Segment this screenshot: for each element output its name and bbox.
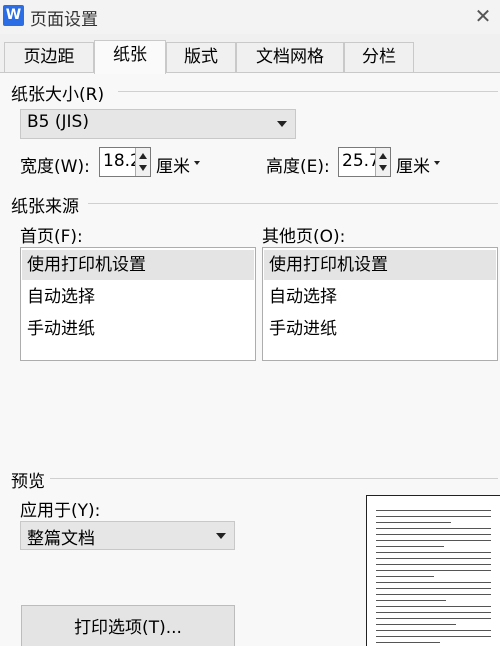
width-unit-dropdown[interactable]: 厘米 (156, 152, 190, 177)
preview-text-line (376, 594, 491, 595)
preview-text-line (376, 588, 491, 589)
paper-size-group-title: 纸张大小(R) (11, 80, 108, 105)
list-item[interactable]: 手动进纸 (264, 314, 496, 344)
spin-down-icon[interactable] (139, 165, 147, 171)
group-divider (118, 91, 498, 92)
spin-up-icon[interactable] (139, 153, 147, 159)
paper-source-group-title: 纸张来源 (11, 192, 82, 217)
preview-text-line (376, 516, 491, 517)
width-stepper[interactable]: 18.2 (99, 147, 151, 177)
dialog-title: 页面设置 (30, 10, 98, 30)
preview-text-line (376, 546, 444, 547)
wps-writer-icon: W (3, 5, 24, 26)
preview-text-line (376, 642, 440, 643)
list-item[interactable]: 自动选择 (22, 282, 254, 312)
preview-text-line (376, 636, 491, 637)
width-label: 宽度(W): (20, 157, 90, 177)
preview-text-line (376, 618, 491, 619)
other-pages-source-list[interactable]: 使用打印机设置 自动选择 手动进纸 (262, 247, 498, 361)
group-divider (88, 203, 498, 204)
preview-text-line (376, 570, 491, 571)
apply-to-label: 应用于(Y): (20, 501, 101, 521)
height-label: 高度(E): (266, 157, 330, 177)
apply-to-select[interactable]: 整篇文档 (20, 521, 235, 550)
preview-text-line (376, 612, 491, 613)
preview-text-line (376, 600, 446, 601)
chevron-down-icon (277, 121, 287, 127)
spin-up-icon[interactable] (379, 153, 387, 159)
tab-document-grid[interactable]: 文档网格 (236, 42, 344, 73)
preview-text-line (376, 624, 456, 625)
preview-text-line (376, 564, 491, 565)
preview-text-line (376, 510, 491, 511)
width-spin-buttons[interactable] (135, 148, 150, 176)
preview-text-line (376, 552, 491, 553)
list-item[interactable]: 手动进纸 (22, 314, 254, 344)
height-stepper[interactable]: 25.7 (338, 147, 391, 177)
preview-text-line (376, 540, 491, 541)
preview-text-line (376, 582, 491, 583)
tab-strip: 页边距 纸张 版式 文档网格 分栏 (0, 40, 500, 74)
height-unit-dropdown[interactable]: 厘米 (396, 152, 430, 177)
paper-size-value: B5 (JIS) (27, 112, 89, 132)
list-item[interactable]: 使用打印机设置 (22, 250, 254, 280)
preview-text-line (376, 606, 491, 607)
height-spin-buttons[interactable] (375, 148, 390, 176)
preview-text-line (376, 522, 451, 523)
preview-text-line (376, 576, 434, 577)
close-icon[interactable]: ✕ (470, 3, 496, 29)
group-divider (50, 478, 498, 479)
print-options-button[interactable]: 打印选项(T)... (21, 605, 235, 646)
first-page-label: 首页(F): (20, 227, 83, 247)
chevron-down-icon (216, 533, 226, 539)
preview-text-line (376, 558, 491, 559)
page-preview (366, 495, 500, 646)
other-pages-label: 其他页(O): (262, 227, 346, 247)
tab-layout[interactable]: 版式 (166, 42, 236, 73)
spin-down-icon[interactable] (379, 165, 387, 171)
tab-margins[interactable]: 页边距 (4, 42, 94, 73)
chevron-down-icon[interactable] (194, 161, 200, 165)
list-item[interactable]: 自动选择 (264, 282, 496, 312)
tab-columns[interactable]: 分栏 (344, 42, 414, 73)
preview-text-line (376, 630, 491, 631)
tab-paper[interactable]: 纸张 (94, 40, 166, 74)
title-bar: W 页面设置 ✕ (0, 0, 500, 34)
first-page-source-list[interactable]: 使用打印机设置 自动选择 手动进纸 (20, 247, 256, 361)
apply-to-value: 整篇文档 (27, 529, 95, 549)
preview-text-line (376, 528, 491, 529)
paper-size-select[interactable]: B5 (JIS) (20, 109, 296, 139)
preview-group-title: 预览 (11, 467, 48, 492)
preview-text-line (376, 534, 491, 535)
chevron-down-icon[interactable] (434, 161, 440, 165)
list-item[interactable]: 使用打印机设置 (264, 250, 496, 280)
